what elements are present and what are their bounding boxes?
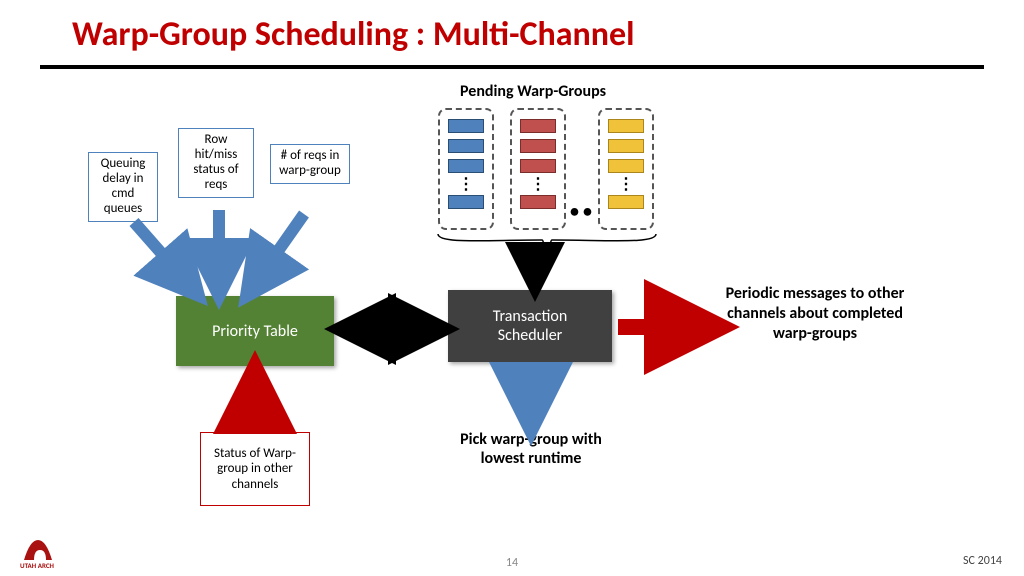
input-queuing-delay: Queuing delay in cmd queues	[88, 152, 158, 222]
queue-item	[608, 159, 644, 173]
queue-2: ⋮	[510, 108, 566, 230]
arrow-icon	[616, 312, 720, 342]
ellipsis-icon: • •	[570, 200, 592, 222]
ellipsis-icon: ⋮	[618, 178, 634, 192]
page-number: 14	[0, 556, 1024, 570]
ellipsis-icon: ⋮	[530, 178, 546, 192]
arrow-icon	[128, 218, 208, 298]
queue-item	[608, 195, 644, 209]
status-box: Status of Warp-group in other channels	[200, 432, 310, 506]
arrow-icon	[516, 364, 546, 428]
pick-warpgroup-label: Pick warp-group with lowest runtime	[448, 430, 614, 468]
conference-label: SC 2014	[963, 554, 1002, 568]
queue-item	[608, 139, 644, 153]
queue-item	[608, 119, 644, 133]
arrow-icon	[204, 208, 234, 296]
utah-arch-logo: UTAH ARCH	[16, 534, 88, 570]
slide-title: Warp-Group Scheduling : Multi-Channel	[0, 0, 1024, 65]
input-row-hitmiss: Row hit/miss status of reqs	[178, 128, 254, 198]
svg-text:UTAH ARCH: UTAH ARCH	[20, 561, 55, 570]
arrow-icon	[240, 370, 270, 432]
queue-item	[520, 159, 556, 173]
input-num-reqs: # of reqs in warp-group	[270, 144, 350, 184]
queue-3: ⋮	[598, 108, 654, 230]
transaction-scheduler-label: Transaction Scheduler	[493, 307, 568, 345]
queue-item	[520, 139, 556, 153]
title-rule	[40, 65, 984, 69]
queue-item	[520, 195, 556, 209]
queue-item	[448, 195, 484, 209]
priority-table-box: Priority Table	[176, 296, 334, 366]
pending-warpgroups-label: Pending Warp-Groups	[423, 82, 643, 101]
queue-1: ⋮	[438, 108, 494, 230]
arrow-icon	[242, 212, 322, 296]
queue-item	[448, 119, 484, 133]
periodic-messages-label: Periodic messages to other channels abou…	[724, 284, 906, 344]
arrow-icon	[520, 252, 550, 292]
brace-icon	[436, 232, 658, 254]
ellipsis-icon: ⋮	[458, 178, 474, 192]
queue-item	[448, 139, 484, 153]
queue-item	[448, 159, 484, 173]
transaction-scheduler-box: Transaction Scheduler	[448, 290, 612, 362]
double-arrow-icon	[336, 314, 448, 344]
queue-item	[520, 119, 556, 133]
